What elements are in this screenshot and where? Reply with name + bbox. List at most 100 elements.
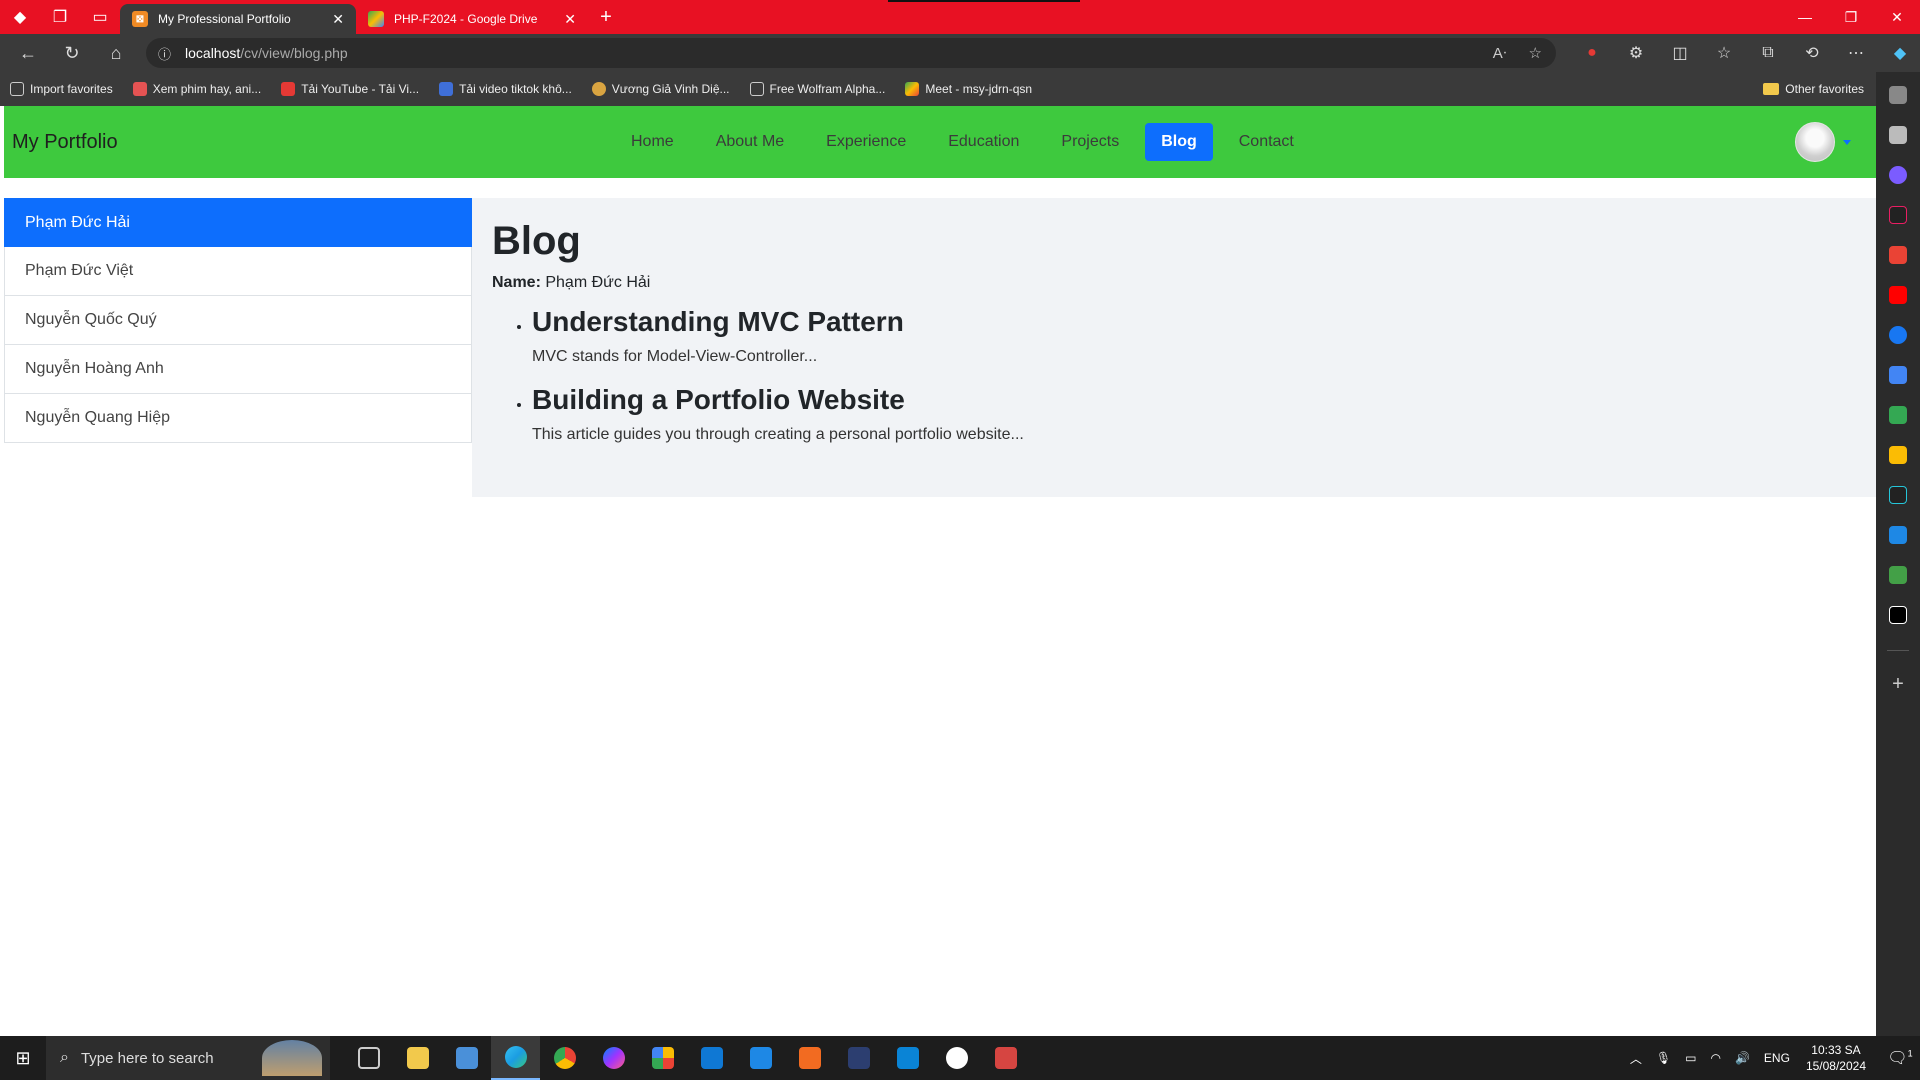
read-aloud-icon[interactable]: Aᐧ <box>1493 44 1507 62</box>
gmail-icon[interactable] <box>1889 246 1907 264</box>
other-favorites[interactable]: Other favorites <box>1763 82 1864 96</box>
refresh-icon[interactable]: ↻ <box>50 34 94 72</box>
extensions-icon[interactable]: ⚙ <box>1614 43 1658 63</box>
search-sidebar-icon[interactable] <box>1889 86 1907 104</box>
nav-home[interactable]: Home <box>610 123 695 161</box>
user-avatar[interactable] <box>1795 122 1835 162</box>
main-menu: Home About Me Experience Education Proje… <box>610 123 1315 161</box>
browser-tools: ● ⚙ ◫ ☆ ⧉ ⟲ ⋯ ◆ <box>1570 34 1920 72</box>
favorite-vuong-gia[interactable]: Vương Giả Vinh Diệ... <box>591 82 730 96</box>
translate-icon[interactable] <box>1889 366 1907 384</box>
tab-label: My Professional Portfolio <box>158 12 291 26</box>
meet-sidebar-icon[interactable] <box>1889 566 1907 584</box>
pinwheel-icon[interactable] <box>638 1036 687 1080</box>
favorite-import[interactable]: Import favorites <box>10 82 113 96</box>
member-item-pham-duc-hai[interactable]: Phạm Đức Hải <box>4 198 472 247</box>
extension-red-icon[interactable]: ● <box>1570 44 1614 62</box>
notification-icon[interactable]: 🗨1 <box>1880 1048 1920 1068</box>
tab-google-drive[interactable]: PHP-F2024 - Google Drive ✕ <box>356 4 588 34</box>
chrome-icon[interactable] <box>540 1036 589 1080</box>
tool-app-icon[interactable] <box>981 1036 1030 1080</box>
photos-icon[interactable] <box>1889 446 1907 464</box>
minimize-icon[interactable]: — <box>1782 0 1828 34</box>
drive-icon[interactable] <box>1889 406 1907 424</box>
taskbar-search[interactable]: ⌕ Type here to search <box>46 1036 330 1080</box>
messenger-icon[interactable] <box>1889 166 1907 184</box>
member-item-nguyen-hoang-anh[interactable]: Nguyễn Hoàng Anh <box>4 345 472 394</box>
tiktok-icon[interactable] <box>1889 206 1907 224</box>
xampp-icon[interactable] <box>785 1036 834 1080</box>
sql-server-icon[interactable] <box>834 1036 883 1080</box>
meet-icon <box>905 82 920 96</box>
new-tab-icon[interactable]: + <box>588 6 624 29</box>
vscode-icon[interactable] <box>883 1036 932 1080</box>
address-bar[interactable]: ⓘ localhost/cv/view/blog.php Aᐧ ☆ <box>146 38 1556 68</box>
blog-content: Blog Name: Phạm Đức Hải Understanding MV… <box>472 198 1876 497</box>
workspaces-icon[interactable]: ❐ <box>40 0 80 34</box>
edge-icon[interactable] <box>491 1036 540 1080</box>
messenger-taskbar-icon[interactable] <box>589 1036 638 1080</box>
app-icon[interactable] <box>442 1036 491 1080</box>
add-icon[interactable]: + <box>1892 673 1904 696</box>
task-view-icon[interactable] <box>344 1036 393 1080</box>
tiktok-icon-3[interactable] <box>1889 606 1907 624</box>
nav-blog[interactable]: Blog <box>1145 123 1213 161</box>
close-window-icon[interactable]: ✕ <box>1874 0 1920 34</box>
member-item-pham-duc-viet[interactable]: Phạm Đức Việt <box>4 247 472 296</box>
member-item-nguyen-quang-hiep[interactable]: Nguyễn Quang Hiệp <box>4 394 472 443</box>
history-icon[interactable]: ⟲ <box>1790 43 1834 63</box>
chat-app-icon[interactable] <box>932 1036 981 1080</box>
close-tab-icon[interactable]: ✕ <box>332 11 344 28</box>
vertical-tabs-icon[interactable]: ▭ <box>80 0 120 34</box>
member-item-nguyen-quoc-quy[interactable]: Nguyễn Quốc Quý <box>4 296 472 345</box>
nav-projects[interactable]: Projects <box>1040 123 1140 161</box>
post-excerpt: This article guides you through creating… <box>532 426 1024 443</box>
profile-icon[interactable]: ◆ <box>0 0 40 34</box>
author-line: Name: Phạm Đức Hải <box>492 274 1876 292</box>
microphone-icon[interactable]: 🎙 <box>1656 1051 1671 1065</box>
nav-education[interactable]: Education <box>927 123 1040 161</box>
info-icon[interactable]: ⓘ <box>158 44 171 63</box>
nav-contact[interactable]: Contact <box>1218 123 1315 161</box>
mail-icon[interactable] <box>1889 526 1907 544</box>
favorite-xem-phim[interactable]: Xem phim hay, ani... <box>132 82 261 96</box>
youtube-icon[interactable] <box>1889 286 1907 304</box>
google-drive-favicon-icon <box>368 11 384 27</box>
copilot-icon[interactable]: ◆ <box>1878 43 1920 63</box>
home-icon[interactable]: ⌂ <box>94 34 138 72</box>
tab-my-professional-portfolio[interactable]: ⊠ My Professional Portfolio ✕ <box>120 4 356 34</box>
volume-icon[interactable]: 🔊 <box>1735 1051 1750 1065</box>
chevron-down-icon[interactable] <box>1843 140 1851 145</box>
favorite-label: Free Wolfram Alpha... <box>769 82 886 96</box>
download-icon <box>281 82 296 96</box>
wifi-icon[interactable]: ◠ <box>1710 1051 1720 1065</box>
game-icon <box>591 82 606 96</box>
favorite-star-icon[interactable]: ☆ <box>1529 44 1542 62</box>
mail-taskbar-icon[interactable] <box>687 1036 736 1080</box>
tiktok-icon-2[interactable] <box>1889 486 1907 504</box>
windows-start-icon[interactable]: ⊞ <box>0 1036 46 1080</box>
word-app-icon[interactable] <box>736 1036 785 1080</box>
close-tab-icon[interactable]: ✕ <box>564 11 576 28</box>
back-icon[interactable]: ← <box>6 34 50 72</box>
file-explorer-icon[interactable] <box>393 1036 442 1080</box>
facebook-icon[interactable] <box>1889 326 1907 344</box>
favorite-label: Vương Giả Vinh Diệ... <box>611 82 730 96</box>
clock[interactable]: 10:33 SA 15/08/2024 <box>1806 1042 1866 1074</box>
favorites-icon[interactable]: ☆ <box>1702 43 1746 63</box>
collections-icon[interactable]: ⧉ <box>1746 44 1790 62</box>
favorite-tai-youtube[interactable]: Tải YouTube - Tải Vi... <box>281 82 419 96</box>
more-options-icon[interactable]: ⋯ <box>1834 43 1878 63</box>
favorite-meet[interactable]: Meet - msy-jdrn-qsn <box>905 82 1032 96</box>
battery-icon[interactable]: ▭ <box>1685 1051 1696 1065</box>
tools-icon[interactable] <box>1889 126 1907 144</box>
site-brand[interactable]: My Portfolio <box>12 131 118 154</box>
favorite-tai-tiktok[interactable]: Tải video tiktok khô... <box>439 82 572 96</box>
chevron-up-icon[interactable]: ︿ <box>1630 1050 1642 1067</box>
favorite-wolfram[interactable]: Free Wolfram Alpha... <box>749 82 886 96</box>
split-screen-icon[interactable]: ◫ <box>1658 43 1702 63</box>
restore-icon[interactable]: ❐ <box>1828 0 1874 34</box>
language-indicator[interactable]: ENG <box>1764 1051 1790 1065</box>
nav-experience[interactable]: Experience <box>805 123 927 161</box>
nav-about-me[interactable]: About Me <box>695 123 805 161</box>
